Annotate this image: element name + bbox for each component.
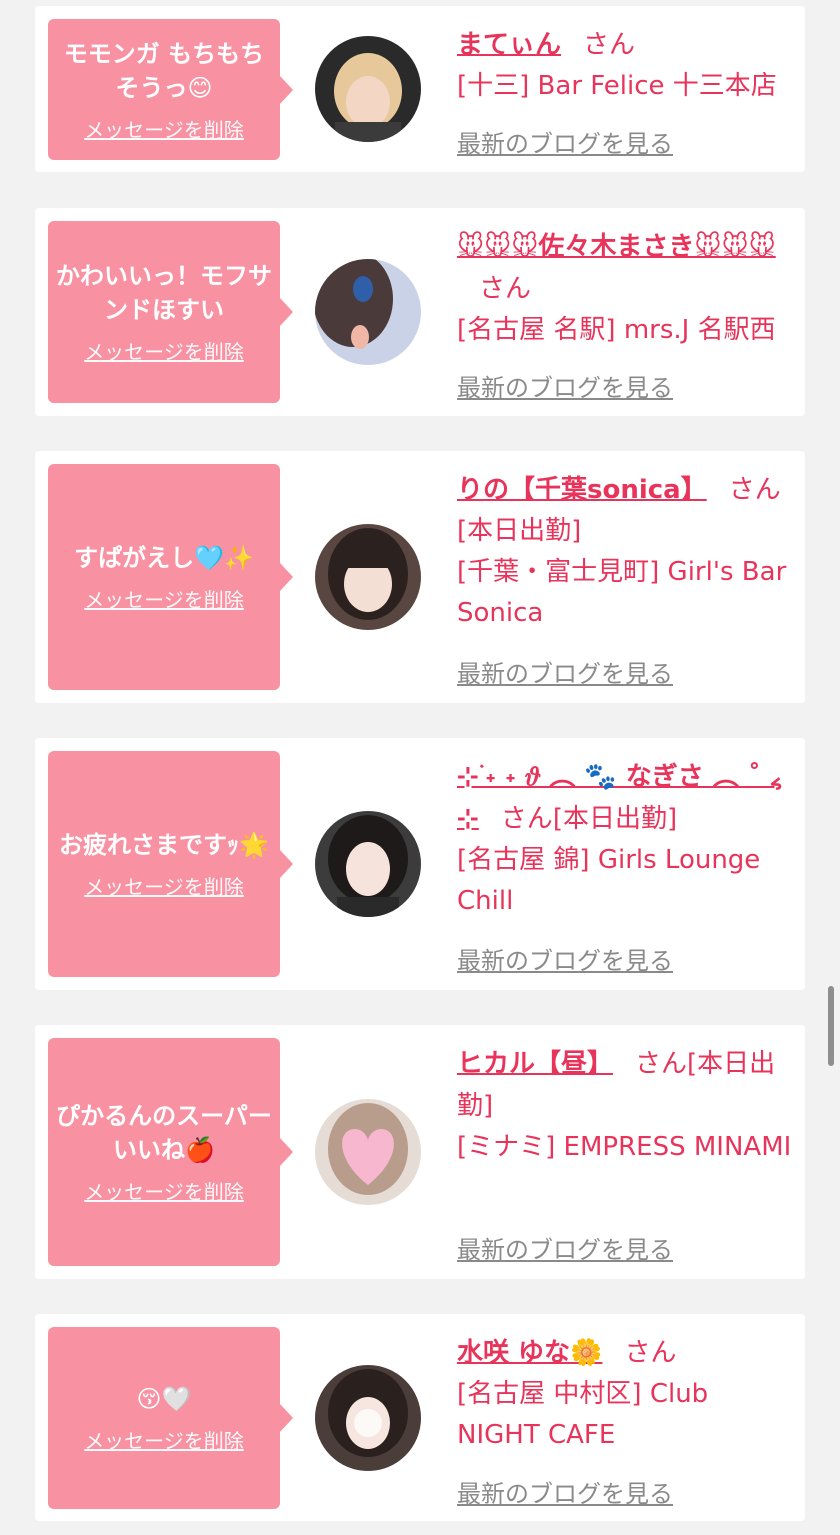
work-status: [本日出勤]	[552, 804, 678, 834]
avatar[interactable]	[315, 1365, 421, 1471]
latest-blog-link[interactable]: 最新のブログを見る	[457, 654, 673, 689]
message-card: 😚🤍 メッセージを削除 水咲 ゆな🌼 さん [名古屋 中村区] Club NIGH…	[35, 1314, 805, 1521]
message-text: かわいいっ！モフサンドほすい	[56, 262, 272, 324]
cast-info: 🐭🐭🐭佐々木まさき🐭🐭🐭 さん [名古屋 名駅] mrs.J 名駅西	[457, 226, 793, 351]
cast-info: ヒカル【昼】 さん[本日出勤] [ミナミ] EMPRESS MINAMI	[457, 1043, 793, 1168]
honorific: さん	[635, 1049, 688, 1079]
avatar[interactable]	[315, 811, 421, 917]
work-status: [本日出勤]	[457, 516, 582, 546]
message-text: お疲れさまですｯ🌟	[59, 831, 269, 859]
message-text: モモンガ もちもち そうっ😊	[63, 39, 265, 102]
cast-info: 水咲 ゆな🌼 さん [名古屋 中村区] Club NIGHT CAFE	[457, 1332, 793, 1456]
delete-message-link[interactable]: メッセージを削除	[84, 587, 244, 613]
cast-name-link[interactable]: 水咲 ゆな🌼	[457, 1338, 602, 1368]
delete-message-link[interactable]: メッセージを削除	[84, 1179, 244, 1205]
name-line: ヒカル【昼】 さん[本日出勤]	[457, 1043, 793, 1127]
cast-name-link[interactable]: ヒカル【昼】	[457, 1049, 613, 1079]
avatar[interactable]	[315, 259, 421, 365]
latest-blog-link[interactable]: 最新のブログを見る	[457, 368, 673, 403]
scrollbar[interactable]	[828, 986, 834, 1066]
honorific: さん	[583, 30, 636, 60]
delete-message-link[interactable]: メッセージを削除	[84, 339, 244, 365]
honorific: さん	[624, 1338, 677, 1368]
shop-info: [十三] Bar Felice 十三本店	[457, 71, 777, 101]
message-bubble: ぴかるんのスーパーいいね🍎 メッセージを削除	[48, 1038, 293, 1266]
honorific: さん	[479, 274, 532, 304]
message-card: ぴかるんのスーパーいいね🍎 メッセージを削除 ヒカル【昼】 さん[本日出勤] [ミ…	[35, 1025, 805, 1279]
message-bubble: かわいいっ！モフサンドほすい メッセージを削除	[48, 221, 293, 403]
message-card: お疲れさまですｯ🌟 メッセージを削除 ⊹ ࣪˖ ˖ 𝜗 ︵ 🐾 なぎさ ︵ ˚ …	[35, 738, 805, 990]
cast-info: ⊹ ࣪˖ ˖ 𝜗 ︵ 🐾 なぎさ ︵ ˚ ៹ ⊹ さん[本日出勤] [名古屋 錦]…	[457, 756, 793, 922]
name-line: りの【千葉sonica】 さん	[457, 469, 793, 511]
delete-message-link[interactable]: メッセージを削除	[84, 874, 244, 900]
shop-info: [名古屋 名駅] mrs.J 名駅西	[457, 315, 776, 345]
message-card: すぱがえし🩵✨ メッセージを削除 りの【千葉sonica】 さん [本日出勤] […	[35, 451, 805, 703]
honorific: さん	[728, 475, 781, 505]
avatar[interactable]	[315, 36, 421, 142]
delete-message-link[interactable]: メッセージを削除	[84, 1428, 244, 1454]
message-text: 😚🤍	[136, 1385, 192, 1413]
avatar[interactable]	[315, 524, 421, 630]
name-line: 🐭🐭🐭佐々木まさき🐭🐭🐭 さん	[457, 226, 793, 310]
message-text: ぴかるんのスーパーいいね🍎	[56, 1102, 272, 1164]
shop-info: [名古屋 中村区] Club NIGHT CAFE	[457, 1379, 709, 1450]
message-text: すぱがえし🩵✨	[74, 544, 254, 572]
latest-blog-link[interactable]: 最新のブログを見る	[457, 1230, 673, 1265]
message-card: モモンガ もちもち そうっ😊 メッセージを削除 まてぃん さん [十三] Bar …	[35, 6, 805, 172]
name-line: ⊹ ࣪˖ ˖ 𝜗 ︵ 🐾 なぎさ ︵ ˚ ៹ ⊹ さん[本日出勤]	[457, 756, 793, 840]
cast-name-link[interactable]: 🐭🐭🐭佐々木まさき🐭🐭🐭	[457, 232, 776, 262]
cast-info: まてぃん さん [十三] Bar Felice 十三本店	[457, 24, 793, 107]
latest-blog-link[interactable]: 最新のブログを見る	[457, 124, 673, 159]
avatar[interactable]	[315, 1099, 421, 1205]
name-line: 水咲 ゆな🌼 さん	[457, 1332, 793, 1374]
shop-info: [名古屋 錦] Girls Lounge Chill	[457, 845, 761, 916]
message-bubble: すぱがえし🩵✨ メッセージを削除	[48, 464, 293, 690]
shop-info: [ミナミ] EMPRESS MINAMI	[457, 1132, 792, 1162]
cast-name-link[interactable]: まてぃん	[457, 30, 561, 60]
name-line: まてぃん さん	[457, 24, 793, 66]
delete-message-link[interactable]: メッセージを削除	[84, 117, 244, 143]
shop-info: [千葉・富士見町] Girl's Bar Sonica	[457, 557, 787, 628]
message-bubble: お疲れさまですｯ🌟 メッセージを削除	[48, 751, 293, 977]
latest-blog-link[interactable]: 最新のブログを見る	[457, 1474, 673, 1509]
cast-info: りの【千葉sonica】 さん [本日出勤] [千葉・富士見町] Girl's B…	[457, 469, 793, 634]
message-bubble: モモンガ もちもち そうっ😊 メッセージを削除	[48, 19, 293, 160]
honorific: さん	[500, 804, 553, 834]
message-card: かわいいっ！モフサンドほすい メッセージを削除 🐭🐭🐭佐々木まさき🐭🐭🐭 さん […	[35, 208, 805, 416]
cast-name-link[interactable]: りの【千葉sonica】	[457, 475, 707, 505]
message-bubble: 😚🤍 メッセージを削除	[48, 1327, 293, 1509]
latest-blog-link[interactable]: 最新のブログを見る	[457, 941, 673, 976]
